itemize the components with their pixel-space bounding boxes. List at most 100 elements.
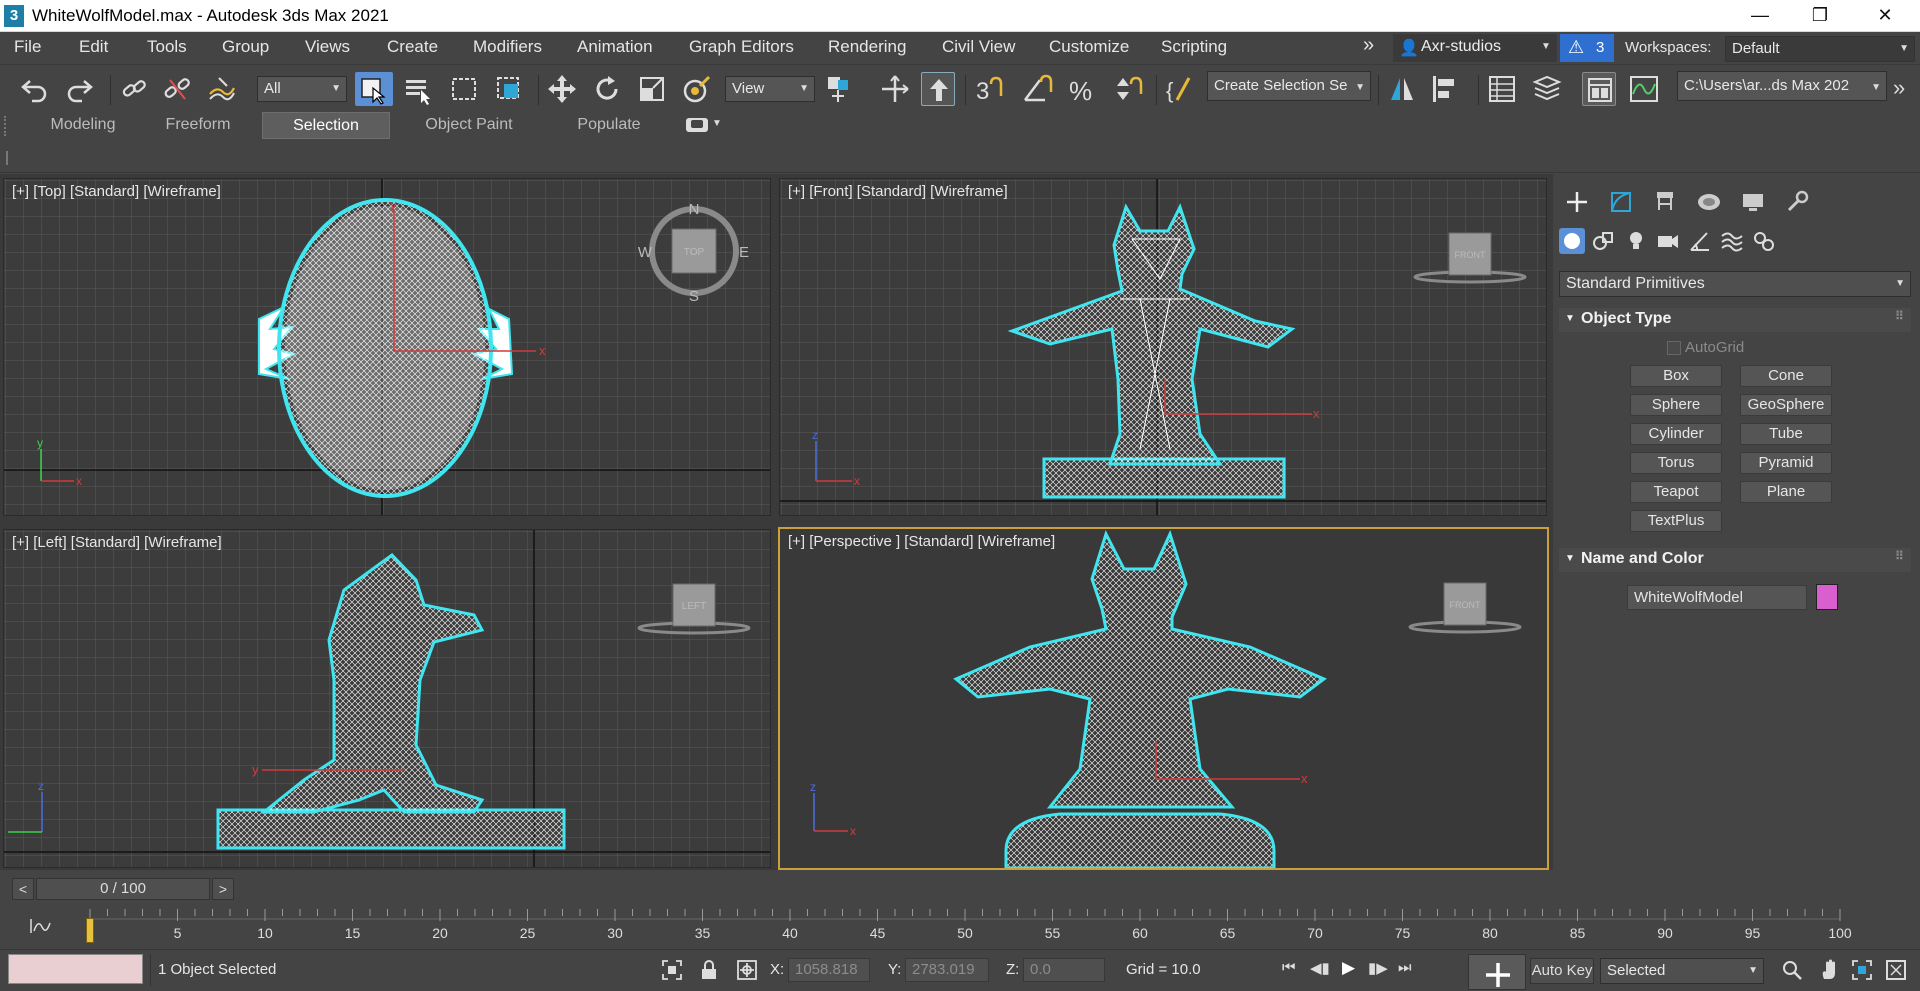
viewcube-perspective[interactable]: FRONT bbox=[1408, 582, 1522, 634]
unlink-icon[interactable] bbox=[160, 72, 194, 106]
workspace-dropdown[interactable]: Default ▼ bbox=[1725, 36, 1915, 62]
mirror-icon[interactable] bbox=[1385, 72, 1419, 106]
create-tab-icon[interactable] bbox=[1563, 188, 1591, 216]
object-name-field[interactable]: WhiteWolfModel bbox=[1627, 585, 1807, 610]
utilities-tab-icon[interactable] bbox=[1783, 188, 1811, 216]
close-icon[interactable]: ✕ bbox=[1855, 0, 1915, 32]
reference-coordinate-dropdown[interactable]: View ▼ bbox=[725, 76, 815, 102]
account-menu[interactable]: 👤 Axr-studios ▼ bbox=[1393, 34, 1557, 62]
menu-overflow-icon[interactable]: » bbox=[1363, 34, 1374, 57]
menu-file[interactable]: File bbox=[14, 37, 41, 57]
ribbon-tab-object-paint[interactable]: Object Paint bbox=[399, 112, 539, 139]
ribbon-panel-grip[interactable] bbox=[6, 151, 8, 165]
viewport-top[interactable]: x y y x TOP N E S W [+] [Top] [Standard]… bbox=[3, 178, 771, 516]
display-tab-icon[interactable] bbox=[1739, 188, 1767, 216]
next-frame-button[interactable]: > bbox=[212, 878, 234, 900]
zoom-icon[interactable] bbox=[1780, 958, 1804, 982]
restore-icon[interactable]: ❐ bbox=[1790, 0, 1850, 32]
select-by-name-icon[interactable] bbox=[401, 72, 435, 106]
motion-tab-icon[interactable] bbox=[1695, 188, 1723, 216]
previous-frame-button[interactable]: < bbox=[12, 878, 34, 900]
shapes-category-icon[interactable] bbox=[1591, 228, 1617, 254]
set-key-button[interactable] bbox=[1468, 954, 1526, 990]
undo-icon[interactable] bbox=[18, 72, 52, 106]
toolbar-overflow-icon[interactable]: » bbox=[1893, 75, 1905, 101]
maxscript-listener-mini[interactable] bbox=[8, 954, 143, 984]
object-color-swatch[interactable] bbox=[1816, 584, 1838, 610]
move-icon[interactable] bbox=[545, 72, 579, 106]
curve-editor-icon[interactable] bbox=[1627, 72, 1661, 106]
previous-key-icon[interactable]: ◀▮ bbox=[1310, 959, 1330, 977]
cone-button[interactable]: Cone bbox=[1740, 365, 1832, 387]
snaps-toggle-icon[interactable]: 3 bbox=[972, 72, 1006, 106]
lights-category-icon[interactable] bbox=[1623, 228, 1649, 254]
helpers-category-icon[interactable] bbox=[1687, 228, 1713, 254]
keyboard-shortcut-override-icon[interactable] bbox=[921, 72, 955, 106]
menu-customize[interactable]: Customize bbox=[1049, 37, 1129, 57]
object-type-rollout-header[interactable]: ▼ Object Type ⠿ bbox=[1559, 308, 1911, 332]
time-slider-marker[interactable] bbox=[86, 918, 94, 943]
menu-graph-editors[interactable]: Graph Editors bbox=[689, 37, 794, 57]
ribbon-tab-freeform[interactable]: Freeform bbox=[142, 112, 254, 139]
window-crossing-icon[interactable] bbox=[492, 72, 526, 106]
cylinder-button[interactable]: Cylinder bbox=[1630, 423, 1722, 445]
hierarchy-tab-icon[interactable] bbox=[1651, 188, 1679, 216]
textplus-button[interactable]: TextPlus bbox=[1630, 510, 1722, 532]
viewport-front[interactable]: x z x FRONT [+] [Front] [Standard] [Wire… bbox=[779, 178, 1547, 516]
tube-button[interactable]: Tube bbox=[1740, 423, 1832, 445]
lock-icon[interactable] bbox=[697, 958, 721, 982]
menu-rendering[interactable]: Rendering bbox=[828, 37, 906, 57]
sphere-button[interactable]: Sphere bbox=[1630, 394, 1722, 416]
ribbon-grip[interactable] bbox=[4, 116, 7, 136]
notifications-button[interactable]: ⚠ 3 bbox=[1560, 34, 1614, 62]
selection-filter-dropdown[interactable]: All ▼ bbox=[257, 76, 347, 102]
maximize-viewport-icon[interactable] bbox=[1884, 958, 1908, 982]
key-filter-dropdown[interactable]: Selected ▼ bbox=[1600, 958, 1764, 984]
menu-create[interactable]: Create bbox=[387, 37, 438, 57]
redo-icon[interactable] bbox=[62, 72, 96, 106]
scene-explorer-icon[interactable] bbox=[1485, 72, 1519, 106]
viewport-label-left[interactable]: [+] [Left] [Standard] [Wireframe] bbox=[12, 534, 222, 551]
cameras-category-icon[interactable] bbox=[1655, 228, 1681, 254]
pivot-center-icon[interactable] bbox=[823, 72, 857, 106]
wolf-model-perspective-wireframe[interactable] bbox=[953, 529, 1327, 868]
z-coordinate-field[interactable]: 0.0 bbox=[1023, 958, 1105, 982]
torus-button[interactable]: Torus bbox=[1630, 452, 1722, 474]
chevron-down-icon[interactable]: ▼ bbox=[712, 118, 722, 129]
select-object-icon[interactable] bbox=[355, 72, 393, 106]
menu-group[interactable]: Group bbox=[222, 37, 269, 57]
pyramid-button[interactable]: Pyramid bbox=[1740, 452, 1832, 474]
track-bar[interactable]: 0510152025303540455055606570758085909510… bbox=[0, 907, 1920, 949]
ribbon-tab-selection[interactable]: Selection bbox=[262, 112, 390, 139]
go-to-end-icon[interactable]: ⏭ bbox=[1398, 959, 1412, 976]
select-manipulate-icon[interactable] bbox=[878, 72, 912, 106]
place-icon[interactable] bbox=[680, 72, 714, 106]
percent-snap-icon[interactable]: % bbox=[1066, 72, 1100, 106]
ribbon-options-icon[interactable] bbox=[686, 118, 708, 132]
go-to-start-icon[interactable]: ⏮ bbox=[1282, 959, 1296, 976]
edit-named-selection-icon[interactable]: { bbox=[1163, 72, 1197, 106]
auto-key-button[interactable]: Auto Key bbox=[1530, 958, 1594, 984]
absolute-mode-icon[interactable] bbox=[735, 958, 759, 982]
y-coordinate-field[interactable]: 2783.019 bbox=[905, 958, 989, 982]
link-icon[interactable] bbox=[117, 72, 151, 106]
autogrid-checkbox[interactable] bbox=[1667, 341, 1681, 355]
ribbon-tab-populate[interactable]: Populate bbox=[548, 112, 670, 139]
menu-animation[interactable]: Animation bbox=[577, 37, 653, 57]
rotate-icon[interactable] bbox=[590, 72, 624, 106]
ribbon-tab-modeling[interactable]: Modeling bbox=[27, 112, 139, 139]
teapot-button[interactable]: Teapot bbox=[1630, 481, 1722, 503]
zoom-extents-icon[interactable] bbox=[1850, 958, 1874, 982]
geosphere-button[interactable]: GeoSphere bbox=[1740, 394, 1832, 416]
named-selection-dropdown[interactable]: Create Selection Se ▼ bbox=[1207, 71, 1371, 101]
angle-snap-icon[interactable] bbox=[1020, 72, 1054, 106]
box-button[interactable]: Box bbox=[1630, 365, 1722, 387]
toggle-ribbon-icon[interactable] bbox=[1582, 72, 1616, 106]
pan-view-icon[interactable] bbox=[1818, 958, 1842, 982]
systems-category-icon[interactable] bbox=[1751, 228, 1777, 254]
space-warps-category-icon[interactable] bbox=[1719, 228, 1745, 254]
menu-edit[interactable]: Edit bbox=[79, 37, 108, 57]
geometry-category-icon[interactable] bbox=[1559, 228, 1585, 254]
minimize-icon[interactable]: — bbox=[1730, 0, 1790, 32]
modify-tab-icon[interactable] bbox=[1607, 188, 1635, 216]
